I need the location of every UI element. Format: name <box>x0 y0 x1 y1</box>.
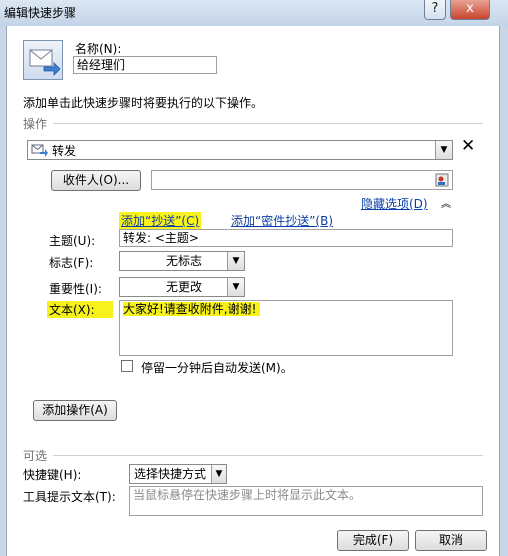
flag-value: 无标志 <box>165 254 202 268</box>
double-chevron-up-icon[interactable]: ︽ <box>441 195 451 210</box>
wait-checkbox[interactable] <box>121 360 133 372</box>
importance-value: 无更改 <box>165 280 202 294</box>
chevron-down-icon[interactable]: ▼ <box>227 278 244 296</box>
finish-button[interactable]: 完成(F) <box>337 530 409 551</box>
cancel-button[interactable]: 取消 <box>415 530 487 551</box>
shortcut-value: 选择快捷方式 <box>134 467 207 481</box>
forward-icon <box>31 143 49 162</box>
dialog-body: 名称(N): 给经理们 添加单击此快速步骤时将要执行的以下操作。 操作 转发 ▼… <box>6 26 500 556</box>
operations-divider <box>53 123 483 124</box>
tooltip-input[interactable]: 当鼠标悬停在快速步骤上时将显示此文本。 <box>129 486 483 516</box>
help-icon: ? <box>431 1 439 16</box>
tooltip-label: 工具提示文本(T): <box>23 490 116 504</box>
text-body-value: 大家好!请查收附件,谢谢! <box>123 302 261 316</box>
close-icon: x <box>466 1 474 16</box>
name-label: 名称(N): <box>75 42 122 56</box>
importance-label: 重要性(I): <box>49 282 102 296</box>
close-window-button[interactable]: x <box>450 0 490 20</box>
name-input[interactable]: 给经理们 <box>73 56 217 74</box>
window-title: 编辑快速步骤 <box>4 6 77 20</box>
flag-dropdown[interactable]: 无标志 ▼ <box>119 251 245 271</box>
shortcut-label: 快捷键(H): <box>23 468 82 482</box>
text-label: 文本(X): <box>47 301 113 318</box>
subject-label: 主题(U): <box>49 234 96 248</box>
chevron-down-icon[interactable]: ▼ <box>211 465 226 483</box>
hide-options-link[interactable]: 隐藏选项(D) <box>361 195 428 212</box>
add-cc-link[interactable]: 添加“抄送”(C) <box>119 212 202 229</box>
instruction-text: 添加单击此快速步骤时将要执行的以下操作。 <box>23 96 264 110</box>
shortcut-dropdown[interactable]: 选择快捷方式 ▼ <box>129 464 227 484</box>
title-bar: 编辑快速步骤 ? x <box>0 0 508 26</box>
wait-checkbox-label: 停留一分钟后自动发送(M)。 <box>141 361 293 375</box>
optional-group-label: 可选 <box>23 449 48 463</box>
action-value: 转发 <box>52 144 77 158</box>
flag-label: 标志(F): <box>49 256 94 270</box>
help-button[interactable]: ? <box>424 0 446 20</box>
operations-group-label: 操作 <box>23 117 48 131</box>
chevron-down-icon[interactable]: ▼ <box>227 252 244 270</box>
add-action-button[interactable]: 添加操作(A) <box>33 400 117 421</box>
add-bcc-link[interactable]: 添加“密件抄送”(B) <box>231 212 333 229</box>
action-dropdown[interactable]: 转发 ▼ <box>27 140 453 160</box>
quick-step-envelope-icon <box>23 40 63 80</box>
chevron-down-icon[interactable]: ▼ <box>435 141 452 159</box>
recipient-button[interactable]: 收件人(O)... <box>51 170 141 191</box>
recipient-input[interactable] <box>151 170 453 190</box>
importance-dropdown[interactable]: 无更改 ▼ <box>119 277 245 297</box>
subject-input[interactable]: 转发: <主题> <box>119 229 453 247</box>
address-book-icon[interactable] <box>435 173 449 190</box>
remove-action-icon[interactable]: ✕ <box>461 136 475 156</box>
text-body-input[interactable]: 大家好!请查收附件,谢谢! <box>119 300 453 356</box>
optional-divider <box>53 455 483 456</box>
